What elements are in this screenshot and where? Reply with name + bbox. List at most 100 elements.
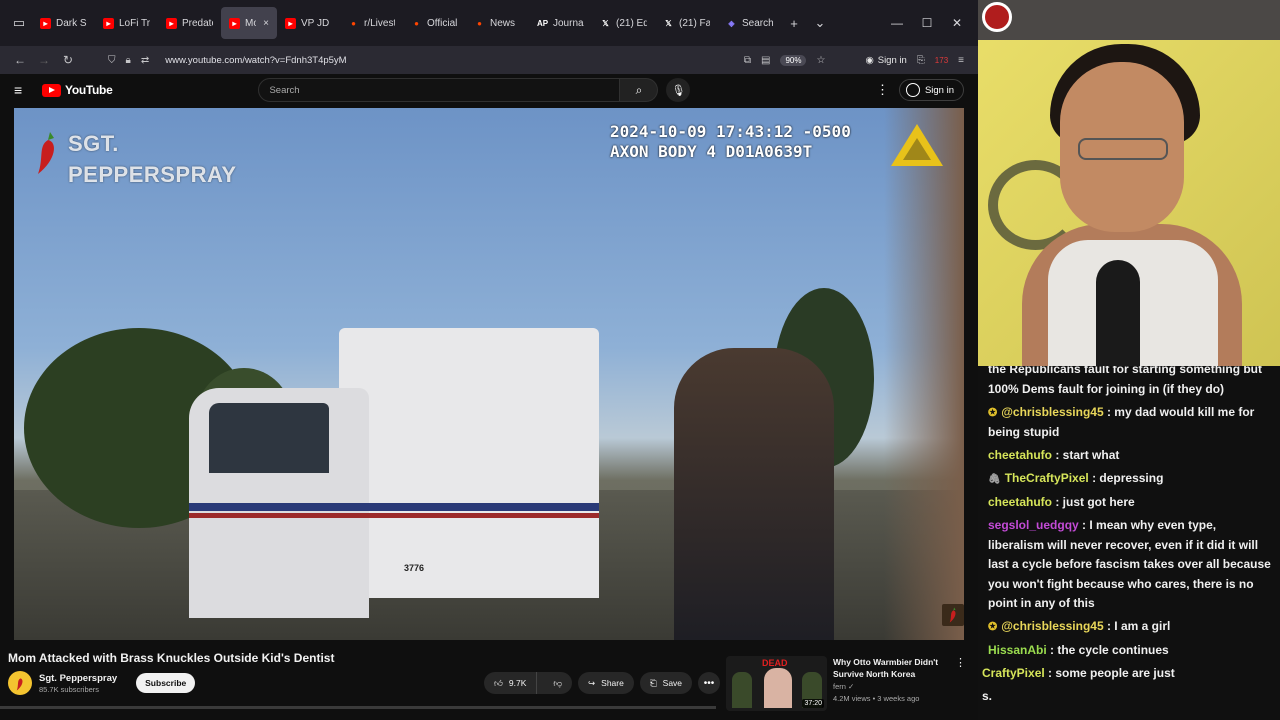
address-bar[interactable]: ⛉ 🔒︎ ⇄ www.youtube.com/watch?v=Fdnh3T4p5… [108, 55, 744, 66]
browser-tab[interactable]: 𝕏 (21) Fact [655, 7, 718, 39]
share-arrow-icon: ↪ [588, 677, 596, 688]
browser-tab[interactable]: ▸ Dark S [32, 7, 95, 39]
timestamp-line2: AXON BODY 4 D01A0639T [610, 142, 813, 161]
browser-tab[interactable]: ▸ Mom × [221, 7, 277, 39]
reddit-icon: ● [477, 18, 482, 28]
chat-text: s. [982, 689, 993, 703]
settings-kebab-icon[interactable]: ⋮ [876, 82, 889, 98]
channel-watermark: SGT. PEPPERSPRAY [32, 128, 237, 190]
ambulance-box [339, 328, 599, 598]
search-input[interactable]: Search [258, 78, 621, 102]
recommended-video[interactable]: DEAD 37:20 Why Otto Warmbier Didn't Surv… [726, 656, 974, 711]
timestamp-line1: 2024-10-09 17:43:12 -0500 [610, 122, 851, 141]
recommended-kebab-icon[interactable]: ⋮ [955, 656, 966, 669]
chat-username[interactable]: cheetahufo [988, 495, 1052, 509]
save-button[interactable]: ⎗ Save [639, 672, 693, 694]
lock-icon[interactable]: 🔒︎ [126, 55, 131, 66]
tab-close-icon[interactable]: × [263, 18, 269, 29]
chat-message: cheetahufo : start what [988, 446, 1274, 466]
youtube-play-icon [42, 83, 61, 97]
maximize-icon[interactable]: ☐ [912, 16, 942, 30]
forward-arrow-icon[interactable]: → [32, 53, 56, 67]
recommended-title-line2[interactable]: Survive North Korea [833, 668, 974, 680]
chat-message: the Republicans fault for starting somet… [988, 366, 1274, 399]
recommended-channel-name: fern [833, 682, 846, 691]
streamer-glasses [1078, 138, 1168, 160]
hamburger-menu-icon[interactable]: ≡ [14, 82, 36, 98]
extensions-icon[interactable]: ⎘ [917, 55, 925, 66]
dislike-button[interactable]: 👎︎ [543, 672, 572, 694]
more-actions-button[interactable]: ••• [698, 672, 721, 694]
browser-tab[interactable]: ● News [466, 7, 529, 39]
reader-view-icon[interactable]: ▤ [761, 55, 770, 66]
tab-overview-icon[interactable]: ▭ [6, 10, 32, 36]
tab-label: Official D [427, 17, 458, 29]
video-player[interactable]: 3776 SGT. PEPPERSPRAY 2024-10-09 17:43:1… [14, 108, 964, 640]
channel-meta: Sgt. Pepperspray 85.7K subscribers [39, 673, 117, 694]
more-dots-icon: ••• [703, 677, 715, 689]
tab-label: Dark S [56, 17, 87, 29]
video-scene-people [674, 348, 834, 640]
tab-label: Journalist [553, 17, 584, 29]
menu-icon[interactable]: ≡ [958, 55, 964, 66]
browser-tab[interactable]: ▸ Predator [158, 7, 221, 39]
browser-tab[interactable]: AP Journalist [529, 7, 592, 39]
chat-username[interactable]: HissanAbi [988, 643, 1047, 657]
close-window-icon[interactable]: ✕ [942, 16, 972, 30]
recommended-title-line1[interactable]: Why Otto Warmbier Didn't [833, 656, 974, 668]
new-tab-icon[interactable]: + [781, 10, 807, 36]
chat-text: : the cycle continues [1046, 643, 1169, 657]
screen: ▭ ▸ Dark S ▸ LoFi Trip ▸ Predator ▸ Mom × ▸ VP JD … [0, 0, 1280, 720]
browser-tab[interactable]: ◈ Search D [718, 7, 781, 39]
recommended-thumbnail[interactable]: DEAD 37:20 [726, 656, 827, 711]
chat-text: : some people are just [1044, 666, 1175, 680]
channel-avatar[interactable] [8, 671, 32, 695]
bookmark-star-icon[interactable]: ☆ [816, 55, 825, 66]
watermark-line1: SGT. [68, 131, 119, 156]
youtube-signin-button[interactable]: Sign in [898, 79, 964, 101]
chat-username[interactable]: @chrisblessing45 [1001, 619, 1103, 633]
youtube-icon: ▸ [229, 17, 240, 29]
tab-list-chevron-icon[interactable]: ⌄ [807, 10, 833, 36]
browser-tab[interactable]: 𝕏 (21) Ed K [592, 7, 655, 39]
video-duration: 37:20 [802, 699, 824, 708]
voice-search-button[interactable]: 🎙︎ [666, 78, 691, 102]
youtube-logo[interactable]: YouTube [42, 83, 113, 97]
browser-tab[interactable]: ● r/Livestre [340, 7, 403, 39]
back-arrow-icon[interactable]: ← [8, 53, 32, 67]
video-scene-ambulance: 3776 [189, 328, 599, 628]
shield-icon[interactable]: ⛉ [108, 55, 116, 66]
minimize-icon[interactable]: — [882, 16, 912, 30]
chat-username[interactable]: TheCraftyPixel [1005, 471, 1089, 485]
youtube-header: ≡ YouTube Search ⌕ 🎙︎ ⋮ Sign in [0, 74, 978, 106]
thumbs-up-icon: 👍︎ [494, 677, 503, 688]
chat-message: ✪ @chrisblessing45 : my dad would kill me… [988, 403, 1274, 443]
chat-username[interactable]: segslol_uedgqy [988, 518, 1079, 532]
chat-username[interactable]: cheetahufo [988, 448, 1052, 462]
like-button[interactable]: 👍︎ 9.7K [484, 672, 538, 694]
horizontal-scrollbar[interactable] [0, 706, 716, 709]
picture-in-picture-icon[interactable]: ⧉ [744, 55, 751, 66]
like-dislike-group: 👍︎ 9.7K 👎︎ [484, 672, 573, 694]
subscribe-button[interactable]: Subscribe [136, 673, 196, 693]
reload-icon[interactable]: ↻ [56, 53, 80, 67]
browser-tab[interactable]: ▸ VP JD Va [277, 7, 340, 39]
browser-tab[interactable]: ▸ LoFi Trip [95, 7, 158, 39]
zoom-level[interactable]: 90% [780, 54, 807, 66]
chat-username[interactable]: @chrisblessing45 [1001, 405, 1103, 419]
microphone-icon: 🎙︎ [671, 84, 686, 97]
browser-tab[interactable]: ● Official D [403, 7, 466, 39]
link-badge-icon: 🖇 [988, 474, 1001, 485]
url-text[interactable]: www.youtube.com/watch?v=Fdnh3T4p5yM [165, 55, 346, 66]
channel-name[interactable]: Sgt. Pepperspray [39, 673, 117, 684]
window-controls: — ☐ ✕ [882, 16, 972, 30]
chat-username[interactable]: CraftyPixel [982, 666, 1045, 680]
x-icon: 𝕏 [602, 18, 609, 28]
tab-label: VP JD Va [301, 17, 332, 29]
search-button[interactable]: ⌕ [620, 78, 659, 102]
permissions-icon[interactable]: ⇄ [141, 55, 149, 66]
share-button[interactable]: ↪ Share [578, 672, 634, 694]
ublock-badge[interactable]: 173 [935, 56, 948, 65]
browser-signin[interactable]: ◉ Sign in [865, 55, 906, 66]
tab-label: Mom [245, 17, 257, 29]
